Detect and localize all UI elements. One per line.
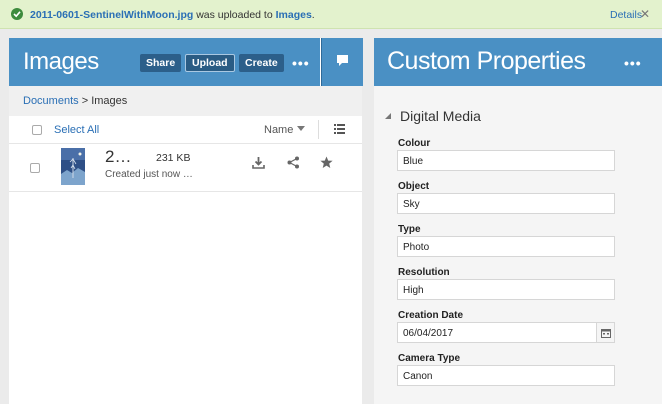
section-title[interactable]: Digital Media [400,108,481,124]
images-header: Images Share Upload Create ••• [9,38,320,86]
breadcrumb-bar: Documents > Images [9,86,362,116]
image-thumbnail[interactable] [61,148,85,185]
uploaded-file-link[interactable]: 2011-0601-SentinelWithMoon.jpg [30,9,193,21]
properties-body: Digital Media Colour Blue Object Sky Typ… [374,86,662,404]
folder-link[interactable]: Images [276,9,312,21]
object-label: Object [398,181,430,192]
notification-text: was uploaded to [196,9,273,21]
more-actions-button[interactable]: ••• [292,55,310,71]
custom-properties-panel: Custom Properties ••• Digital Media Colo… [374,38,662,404]
select-all-checkbox[interactable] [32,125,42,135]
details-link[interactable]: Details [610,9,642,21]
properties-more-button[interactable]: ••• [624,55,642,71]
properties-header: Custom Properties ••• [374,38,662,86]
resolution-label: Resolution [398,267,450,278]
row-checkbox[interactable] [30,163,40,173]
select-all-link[interactable]: Select All [54,124,99,136]
share-button[interactable]: Share [140,54,182,72]
close-icon[interactable]: ✕ [640,7,650,21]
camera-type-field[interactable]: Canon [397,365,615,386]
sort-dropdown[interactable]: Name [264,124,293,136]
page-title: Images [23,48,99,75]
properties-title: Custom Properties [387,47,586,75]
comment-icon [337,55,348,66]
list-item[interactable]: 2… 231 KB Created just now … [9,143,362,192]
breadcrumb: Documents > Images [23,95,127,107]
upload-notification: 2011-0601-SentinelWithMoon.jpg was uploa… [0,0,662,29]
colour-field[interactable]: Blue [397,150,615,171]
colour-label: Colour [398,138,431,149]
file-modified: Created just now … [105,169,193,180]
camera-type-label: Camera Type [398,353,461,364]
date-picker-button[interactable] [596,322,615,343]
list-toolbar: Select All Name [9,116,362,144]
list-view-icon[interactable] [334,124,345,134]
creation-date-field[interactable]: 06/04/2017 [397,322,597,343]
upload-button[interactable]: Upload [185,54,235,72]
type-field[interactable]: Photo [397,236,615,257]
star-icon[interactable] [320,156,333,169]
breadcrumb-documents[interactable]: Documents [23,95,79,107]
notification-message: 2011-0601-SentinelWithMoon.jpg was uploa… [30,9,315,21]
resolution-field[interactable]: High [397,279,615,300]
type-label: Type [398,224,421,235]
creation-date-label: Creation Date [398,310,464,321]
toolbar-divider [318,120,319,139]
comments-button[interactable] [321,38,363,86]
create-button[interactable]: Create [239,54,284,72]
file-name[interactable]: 2… [105,147,131,167]
check-circle-icon [11,8,23,20]
file-size: 231 KB [156,152,191,164]
breadcrumb-current: Images [91,95,128,107]
caret-down-icon[interactable] [297,126,305,131]
breadcrumb-separator: > [81,95,89,107]
calendar-icon [601,329,611,338]
share-icon[interactable] [287,156,300,169]
collapse-triangle-icon[interactable] [385,113,391,119]
download-icon[interactable] [252,156,265,169]
notification-period: . [311,9,315,21]
object-field[interactable]: Sky [397,193,615,214]
images-panel: Images Share Upload Create ••• Documents… [9,38,363,404]
